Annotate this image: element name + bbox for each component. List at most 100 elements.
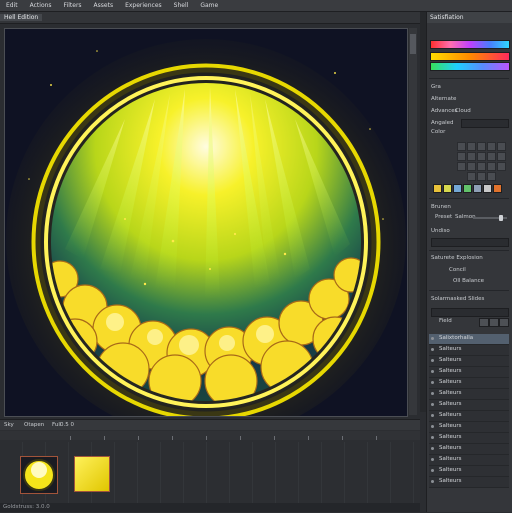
keyframe-thumbnail-square[interactable] [74, 456, 110, 492]
layer-name: Salteurs [439, 445, 462, 451]
eye-icon[interactable] [431, 425, 434, 428]
layer-name: Salteurs [439, 401, 462, 407]
menu-filters[interactable]: Filters [58, 2, 88, 9]
eye-icon[interactable] [431, 370, 434, 373]
ruler-tick [206, 436, 207, 440]
eye-icon[interactable] [431, 414, 434, 417]
layer-row[interactable]: Salteurs [429, 389, 509, 400]
layers-filter-field[interactable] [431, 308, 509, 317]
ruler-tick [240, 436, 241, 440]
layer-row[interactable]: Salteurs [429, 422, 509, 433]
menu-assets[interactable]: Assets [88, 2, 120, 9]
prop-value[interactable]: Concil [449, 267, 466, 273]
slider-knob[interactable] [499, 215, 503, 221]
grid-cell[interactable] [477, 152, 486, 161]
grid-cell[interactable] [497, 142, 506, 151]
timeline-controls: 0.5 0 [60, 422, 74, 428]
layer-name: Salixtorhalla [439, 335, 474, 341]
swatch[interactable] [463, 184, 472, 193]
layer-row[interactable]: Salteurs [429, 367, 509, 378]
grid-cell[interactable] [477, 142, 486, 151]
eye-icon[interactable] [431, 337, 434, 340]
grid-cell[interactable] [477, 162, 486, 171]
timeline-track[interactable] [0, 442, 420, 504]
grid-cell[interactable] [467, 152, 476, 161]
layers-title: Solarmasked Slides [431, 296, 485, 302]
menu-game[interactable]: Game [194, 2, 224, 9]
swatch[interactable] [443, 184, 452, 193]
grid-cell[interactable] [497, 162, 506, 171]
layer-row[interactable]: Salteurs [429, 455, 509, 466]
eye-icon[interactable] [431, 381, 434, 384]
spectrum-gradient-bar[interactable] [430, 40, 510, 49]
layer-name: Salteurs [439, 357, 462, 363]
menu-edit[interactable]: Edit [0, 2, 24, 9]
layer-row[interactable]: Salteurs [429, 411, 509, 422]
layer-name: Salteurs [439, 379, 462, 385]
layer-row[interactable]: Salteurs [429, 400, 509, 411]
field-label: Field [439, 318, 452, 324]
divider [429, 290, 509, 291]
delete-layer-button[interactable] [499, 318, 509, 327]
scrollbar-thumb[interactable] [410, 34, 416, 54]
swatch[interactable] [483, 184, 492, 193]
eye-icon[interactable] [431, 403, 434, 406]
layer-row[interactable]: Salteurs [429, 345, 509, 356]
ruler-tick [308, 436, 309, 440]
grid-cell[interactable] [487, 152, 496, 161]
swatch[interactable] [493, 184, 502, 193]
grid-cell[interactable] [457, 162, 466, 171]
add-layer-button[interactable] [479, 318, 489, 327]
grid-cell[interactable] [487, 162, 496, 171]
grid-cell[interactable] [487, 172, 496, 181]
layer-row[interactable]: Salteurs [429, 466, 509, 477]
section-label: Brunen [431, 204, 451, 210]
eye-icon[interactable] [431, 392, 434, 395]
layer-row[interactable]: Salteurs [429, 477, 509, 488]
eye-icon[interactable] [431, 447, 434, 450]
menu-shell[interactable]: Shell [168, 2, 195, 9]
layer-name: Salteurs [439, 423, 462, 429]
cool-gradient-bar[interactable] [430, 62, 510, 71]
layer-row[interactable]: Salteurs [429, 444, 509, 455]
grid-cell[interactable] [497, 152, 506, 161]
grid-cell[interactable] [457, 152, 466, 161]
timeline-tab[interactable]: Otapen [24, 422, 44, 428]
layer-row[interactable]: Salixtorhalla [429, 334, 509, 345]
canvas-vertical-scrollbar[interactable] [409, 28, 417, 415]
eye-icon[interactable] [431, 348, 434, 351]
mode-value[interactable]: Cloud [455, 108, 471, 114]
grid-cell[interactable] [467, 162, 476, 171]
swatch[interactable] [453, 184, 462, 193]
channel-field[interactable] [461, 119, 509, 128]
grid-cell[interactable] [457, 142, 466, 151]
props-title: Saturete Explosion [431, 255, 483, 261]
timeline-ruler[interactable] [0, 431, 420, 440]
canvas-area [0, 24, 420, 419]
layer-row[interactable]: Salteurs [429, 433, 509, 444]
eye-icon[interactable] [431, 469, 434, 472]
grid-cell[interactable] [467, 172, 476, 181]
eye-icon[interactable] [431, 436, 434, 439]
swatch[interactable] [433, 184, 442, 193]
menu-actions[interactable]: Actions [24, 2, 58, 9]
ops-field[interactable] [431, 238, 509, 247]
document-tab[interactable]: Hell Edition [0, 14, 43, 21]
grid-cell[interactable] [477, 172, 486, 181]
grid-cell[interactable] [467, 142, 476, 151]
sun-orb-artwork [5, 29, 407, 416]
eye-icon[interactable] [431, 480, 434, 483]
eye-icon[interactable] [431, 359, 434, 362]
layer-row[interactable]: Salteurs [429, 378, 509, 389]
artwork-canvas[interactable] [4, 28, 408, 417]
eye-icon[interactable] [431, 458, 434, 461]
grid-cell[interactable] [487, 142, 496, 151]
panel-title: Satisfiation [427, 12, 512, 23]
menu-experiences[interactable]: Experiences [119, 2, 168, 9]
swatch[interactable] [473, 184, 482, 193]
timeline-tab[interactable]: Sky [4, 422, 14, 428]
warm-gradient-bar[interactable] [430, 52, 510, 61]
duplicate-layer-button[interactable] [489, 318, 499, 327]
keyframe-thumbnail-orb[interactable] [20, 456, 58, 494]
layer-row[interactable]: Salteurs [429, 356, 509, 367]
